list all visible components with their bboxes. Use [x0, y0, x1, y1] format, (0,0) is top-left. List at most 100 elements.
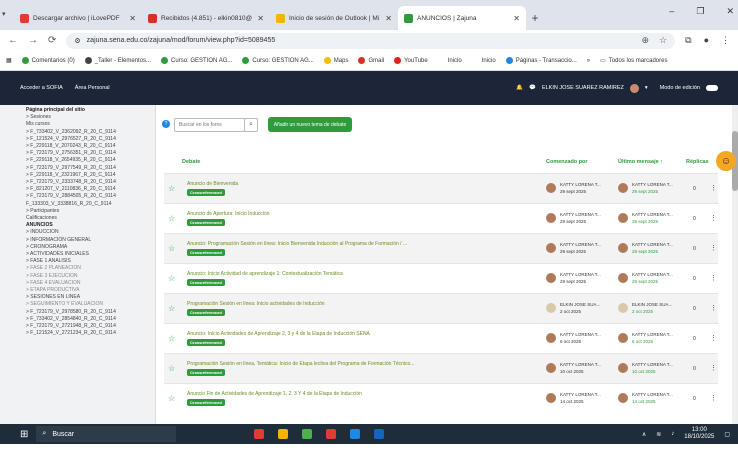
bookmark-item[interactable]: Comentarios (0) [21, 57, 75, 64]
sidebar-item[interactable]: > F_733402_V_2854840_R_20_C_9114 [26, 316, 155, 323]
sidebar-item[interactable]: > FASE 4 EVALUACIÓN [26, 280, 155, 287]
windows-start-icon[interactable]: ⊞ [20, 429, 28, 440]
taskbar-chrome-profile-icon[interactable] [326, 429, 337, 439]
edit-mode-toggle[interactable] [706, 85, 718, 91]
bookmark-item[interactable]: _Taller - Elementos... [84, 57, 151, 64]
discussion-title[interactable]: Anuncio de Bienvenida [187, 181, 487, 187]
sidebar-item[interactable]: > F_723179_V_2884505_R_20_C_9114 [26, 193, 155, 200]
discussion-title[interactable]: Programación Sesión en línea: Inicio act… [187, 301, 487, 307]
apps-icon[interactable]: ▦ [6, 57, 12, 64]
last-post-date[interactable]: 10 oct 2025 [632, 369, 656, 374]
extensions-icon[interactable]: ⧉ [685, 35, 691, 46]
volume-icon[interactable]: ♪ [671, 431, 674, 437]
author-avatar[interactable] [546, 213, 556, 223]
tray-arrow-icon[interactable]: ∧ [642, 431, 646, 438]
taskbar-search[interactable]: ⌕ Buscar [36, 426, 177, 442]
last-post-author[interactable]: KATTY LORENA T... [632, 182, 673, 187]
assistant-icon[interactable]: ☺ [716, 151, 736, 171]
favourite-star-icon[interactable]: ☆ [168, 274, 175, 283]
close-tab-icon[interactable]: ✕ [129, 14, 136, 23]
messages-icon[interactable]: 💬 [529, 85, 536, 91]
forward-icon[interactable]: → [28, 35, 38, 46]
taskbar-teams-icon[interactable] [350, 429, 361, 439]
last-post-date[interactable]: 2 oct 2025 [632, 309, 653, 314]
last-post-avatar[interactable] [618, 243, 628, 253]
search-icon[interactable]: ⌕ [244, 118, 258, 132]
sidebar-item[interactable]: > F_723179_V_2721948_R_20_C_9114 [26, 323, 155, 330]
sidebar-item[interactable]: > F_723179_V_2978580_R_20_C_9114 [26, 309, 155, 316]
profile-icon[interactable]: ● [704, 35, 709, 46]
last-post-date[interactable]: 14 oct 2025 [632, 399, 656, 404]
favourite-star-icon[interactable]: ☆ [168, 334, 175, 343]
favourite-star-icon[interactable]: ☆ [168, 184, 175, 193]
discussion-row[interactable]: ☆ Programación Sesión en línea, Temática… [164, 353, 718, 383]
row-actions-icon[interactable]: ⋮ [710, 364, 717, 372]
sidebar-item[interactable]: > FASE 3 EJECUCIÓN [26, 273, 155, 280]
sidebar-item[interactable]: Página principal del sitio [26, 107, 155, 114]
author-name[interactable]: KATTY LORENA T... [560, 182, 601, 187]
sidebar-item[interactable]: > F_121524_V_2976527_R_20_C_9114 [26, 136, 155, 143]
close-window-icon[interactable]: ✕ [726, 6, 734, 17]
avatar[interactable] [629, 83, 639, 93]
discussion-row[interactable]: ☆ Anuncio: Inicio Actividad de aprendiza… [164, 263, 718, 293]
discussion-row[interactable]: ☆ Programación Sesión en línea: Inicio a… [164, 293, 718, 323]
bookmark-item[interactable]: Curso: GESTION AG... [161, 57, 232, 64]
sidebar-item[interactable]: > F_723179_V_2756351_R_20_C_9114 [26, 150, 155, 157]
last-post-author[interactable]: KATTY LORENA T... [632, 362, 673, 367]
discussion-row[interactable]: ☆ Anuncio de Bienvenida Crossreferenced … [164, 173, 718, 203]
sidebar-item[interactable]: > F_733402_V_2362092_R_20_C_9114 [26, 129, 155, 136]
last-post-avatar[interactable] [618, 363, 628, 373]
sidebar-item[interactable]: > F_229118_V_2070243_R_20_C_9114 [26, 143, 155, 150]
add-topic-button[interactable]: Añadir un nuevo tema de debate [268, 117, 352, 132]
last-post-date[interactable]: 29 sept 2025 [632, 189, 658, 194]
discussion-title[interactable]: Programación Sesión en línea, Temática: … [187, 361, 487, 367]
browser-tab[interactable]: Inicio de sesión de Outlook | Mi ✕ [270, 6, 398, 30]
sidebar-item[interactable]: > F_121524_V_2721234_R_20_C_9114 [26, 330, 155, 337]
tab-search-icon[interactable]: ▾ [2, 10, 6, 18]
sidebar-item[interactable]: > FASE 2 PLANEACIÓN [26, 265, 155, 272]
discussion-title[interactable]: Anuncio de Apertura: Inicio Inducción [187, 211, 487, 217]
author-name[interactable]: ELKIN JOSE SUA... [560, 302, 600, 307]
favourite-star-icon[interactable]: ☆ [168, 304, 175, 313]
sidebar-item[interactable]: Calificaciones [26, 215, 155, 222]
user-name[interactable]: ELKIN JOSE SUAREZ RAMIREZ [542, 85, 624, 91]
last-post-date[interactable]: 6 oct 2025 [632, 339, 653, 344]
author-avatar[interactable] [546, 303, 556, 313]
col-debate[interactable]: Debate [182, 159, 200, 165]
sidebar-item[interactable]: > CRONOGRAMA [26, 244, 155, 251]
browser-tab[interactable]: Descargar archivo | iLovePDF ✕ [14, 6, 142, 30]
sidebar-item[interactable]: > F_723179_V_2977549_R_20_C_9114 [26, 165, 155, 172]
close-tab-icon[interactable]: ✕ [513, 14, 520, 23]
header-link-area-personal[interactable]: Área Personal [75, 85, 110, 91]
last-post-avatar[interactable] [618, 303, 628, 313]
author-avatar[interactable] [546, 273, 556, 283]
last-post-avatar[interactable] [618, 333, 628, 343]
sidebar-item[interactable]: Mis cursos [26, 121, 155, 128]
browser-tab[interactable]: Recibidos (4.851) - elkin0810@ ✕ [142, 6, 270, 30]
discussion-title[interactable]: Anuncio: Programación Sesión en línea: I… [187, 241, 487, 247]
row-actions-icon[interactable]: ⋮ [710, 304, 717, 312]
last-post-author[interactable]: KATTY LORENA T... [632, 392, 673, 397]
discussion-row[interactable]: ☆ Anuncio: Inicio Actividades de Aprendi… [164, 323, 718, 353]
favourite-star-icon[interactable]: ☆ [168, 364, 175, 373]
discussion-title[interactable]: Anuncio Fin de Actividades de Aprendizaj… [187, 391, 487, 397]
col-started-by[interactable]: Comenzado por [546, 159, 588, 165]
bookmark-item[interactable]: Inicio [437, 57, 462, 64]
discussion-row[interactable]: ☆ Anuncio de Apertura: Inicio Inducción … [164, 203, 718, 233]
sidebar-item[interactable]: ANUNCIOS [26, 222, 155, 229]
restore-icon[interactable]: ❐ [696, 6, 704, 17]
col-replies[interactable]: Réplicas [686, 159, 709, 165]
last-post-date[interactable]: 29 sept 2025 [632, 219, 658, 224]
browser-menu-icon[interactable]: ⋮ [721, 35, 730, 46]
sidebar-item[interactable]: > ETAPA PRODUCTIVA [26, 287, 155, 294]
col-last-post[interactable]: Último mensaje ↑ [618, 159, 663, 165]
discussion-title[interactable]: Anuncio: Inicio Actividad de aprendizaje… [187, 271, 487, 277]
bookmark-item[interactable]: Gmail [358, 57, 384, 64]
last-post-author[interactable]: KATTY LORENA T... [632, 332, 673, 337]
taskbar-chrome-icon[interactable] [302, 429, 313, 439]
author-avatar[interactable] [546, 243, 556, 253]
favourite-star-icon[interactable]: ☆ [168, 394, 175, 403]
chevron-down-icon[interactable]: ▾ [645, 85, 648, 91]
notifications-icon[interactable]: 🔔 [516, 85, 523, 91]
bookmark-item[interactable]: Maps [323, 57, 348, 64]
